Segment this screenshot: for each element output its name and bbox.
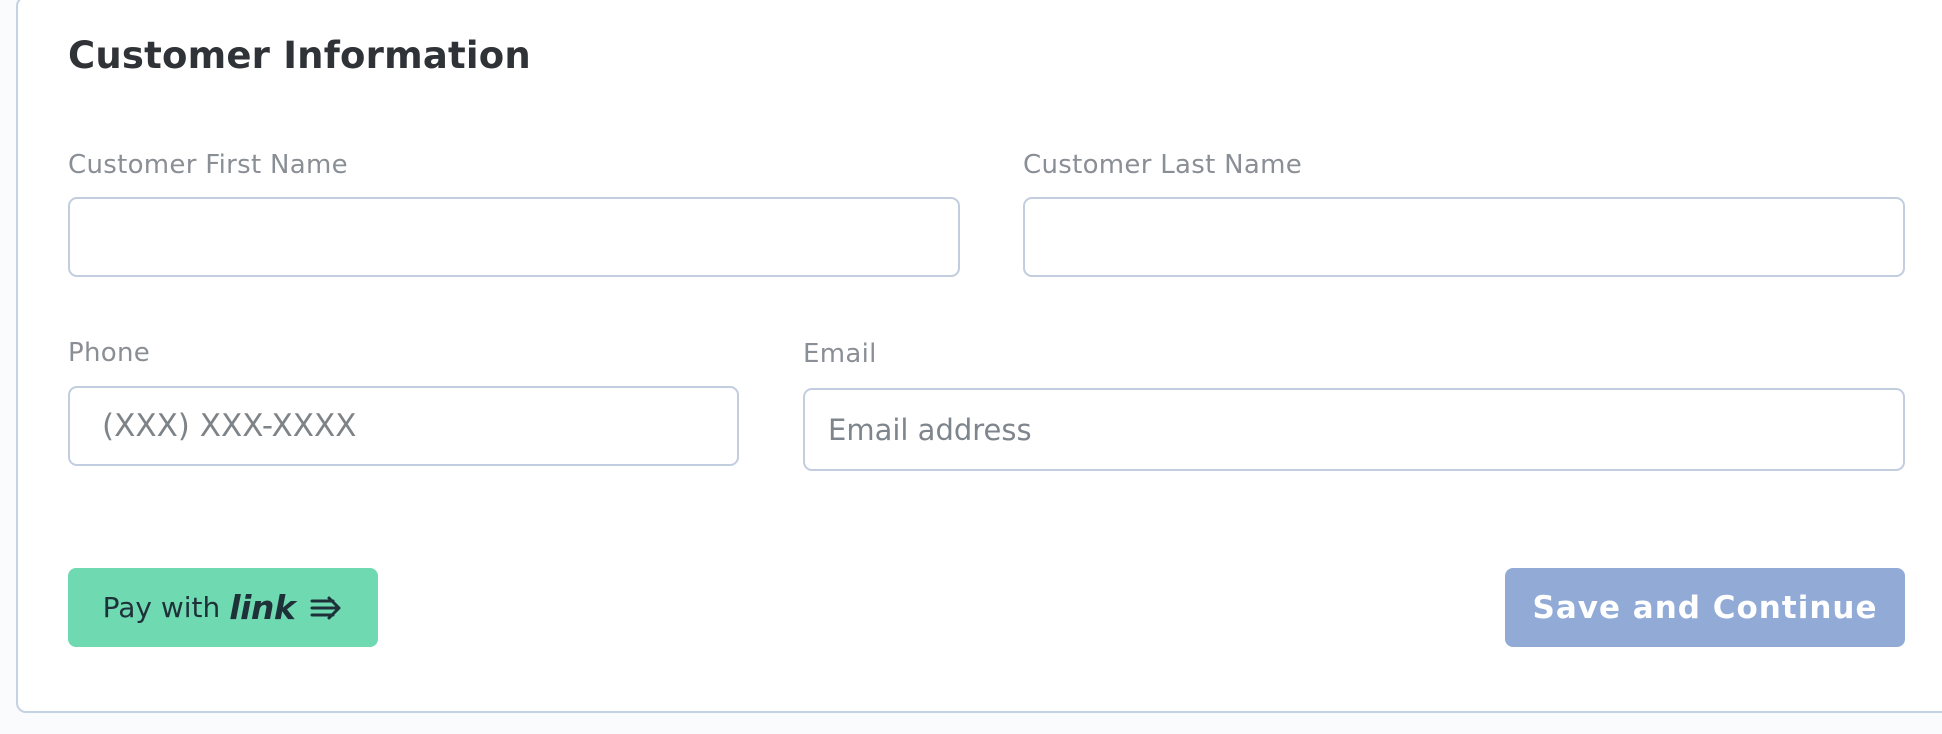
section-title: Customer Information xyxy=(68,34,531,77)
phone-label: Phone xyxy=(68,338,151,368)
link-logo: link xyxy=(229,588,296,627)
last-name-label: Customer Last Name xyxy=(1023,150,1303,180)
email-label: Email xyxy=(803,339,877,369)
last-name-field[interactable] xyxy=(1023,197,1905,277)
first-name-field[interactable] xyxy=(68,197,960,277)
customer-information-card: Customer Information Customer First Name… xyxy=(16,0,1942,713)
phone-field[interactable] xyxy=(68,386,739,466)
pay-with-link-button[interactable]: Pay with link xyxy=(68,568,378,647)
first-name-label: Customer First Name xyxy=(68,150,348,180)
arrow-right-icon xyxy=(309,595,343,621)
pay-with-label: Pay with xyxy=(102,591,221,624)
email-field[interactable] xyxy=(803,388,1905,471)
save-and-continue-button[interactable]: Save and Continue xyxy=(1505,568,1905,647)
